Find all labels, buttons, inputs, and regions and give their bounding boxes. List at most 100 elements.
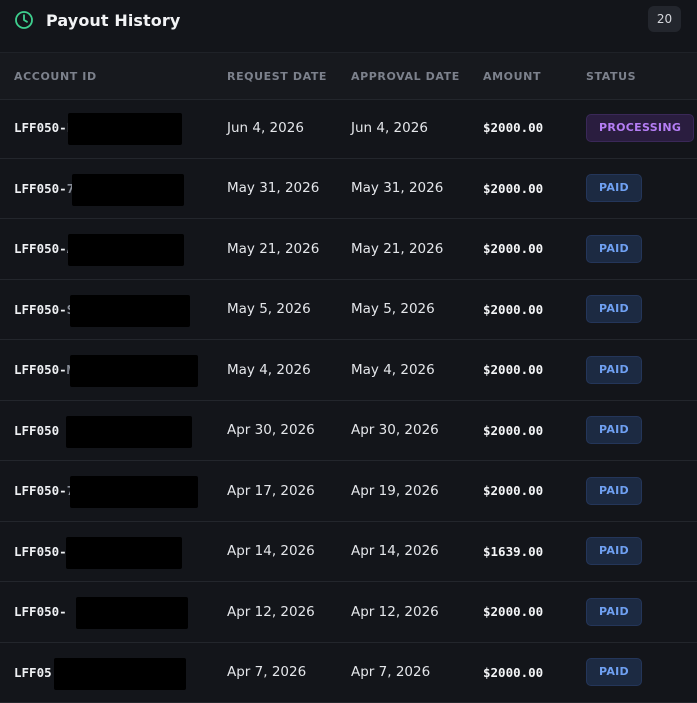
- status-cell: PAID: [586, 340, 642, 399]
- request-date-cell: Apr 14, 2026: [227, 522, 315, 581]
- redaction-mark: [70, 355, 198, 387]
- status-cell: PAID: [586, 582, 642, 641]
- amount-cell: $2000.00: [483, 643, 543, 702]
- amount-cell: $2000.00: [483, 582, 543, 641]
- request-date-cell: May 31, 2026: [227, 159, 319, 218]
- status-badge: PAID: [586, 295, 642, 323]
- status-badge: PAID: [586, 477, 642, 505]
- approval-date-cell: Apr 30, 2026: [351, 401, 439, 460]
- table-row[interactable]: LFF050-M4X339 May 4, 2026 May 4, 2026 $2000…: [0, 340, 697, 401]
- redaction-mark: [76, 597, 188, 629]
- account-id-cell: LFF050: [14, 401, 59, 460]
- account-id-cell: LFF050-772T79SL: [14, 159, 127, 218]
- status-cell: PROCESSING: [586, 98, 694, 157]
- account-id-cell: LFF050-A13CH0: [14, 219, 112, 278]
- request-date-cell: May 21, 2026: [227, 219, 319, 278]
- account-id-cell: LFF050-S7R6Q: [14, 280, 104, 339]
- account-id-prefix: LFF050-: [14, 362, 67, 377]
- redaction-mark: [68, 234, 184, 266]
- account-id-cell: LFF050-M4X339: [14, 340, 112, 399]
- table-row[interactable]: LFF050 Apr 30, 2026 Apr 30, 2026 $2000.00 PA…: [0, 401, 697, 462]
- redaction-mark: [70, 295, 190, 327]
- status-cell: PAID: [586, 643, 642, 702]
- column-header-request-date[interactable]: REQUEST DATE: [227, 70, 327, 83]
- approval-date-cell: May 5, 2026: [351, 280, 435, 339]
- panel-header: Payout History 20: [0, 0, 697, 40]
- amount-cell: $2000.00: [483, 219, 543, 278]
- redaction-mark: [70, 476, 198, 508]
- status-badge: PAID: [586, 598, 642, 626]
- approval-date-cell: Jun 4, 2026: [351, 98, 428, 157]
- request-date-cell: Apr 12, 2026: [227, 582, 315, 641]
- account-id-prefix: LFF050-: [14, 241, 67, 256]
- account-id-prefix: LFF050-: [14, 604, 67, 619]
- status-cell: PAID: [586, 522, 642, 581]
- amount-cell: $2000.00: [483, 461, 543, 520]
- payout-table-body: LFF050-F Jun 4, 2026 Jun 4, 2026 $2000.00 PR…: [0, 98, 697, 703]
- status-badge: PAID: [586, 416, 642, 444]
- approval-date-cell: Apr 7, 2026: [351, 643, 430, 702]
- table-row[interactable]: LFF050-7HUY43K9-PR0030 Apr 17, 2026 Apr 19…: [0, 461, 697, 522]
- status-cell: PAID: [586, 280, 642, 339]
- status-cell: PAID: [586, 159, 642, 218]
- redaction-mark: [66, 416, 192, 448]
- table-row[interactable]: LFF050-772T79SL May 31, 2026 May 31, 2026 $…: [0, 159, 697, 220]
- account-id-cell: LFF050-F: [14, 98, 74, 157]
- column-header-status[interactable]: STATUS: [586, 70, 636, 83]
- status-cell: PAID: [586, 401, 642, 460]
- amount-cell: $2000.00: [483, 280, 543, 339]
- column-header-approval-date[interactable]: APPROVAL DATE: [351, 70, 460, 83]
- approval-date-cell: May 4, 2026: [351, 340, 435, 399]
- amount-cell: $2000.00: [483, 159, 543, 218]
- status-cell: PAID: [586, 461, 642, 520]
- panel-title: Payout History: [46, 11, 180, 30]
- redaction-mark: [54, 658, 186, 690]
- clock-icon: [14, 10, 34, 30]
- status-badge: PAID: [586, 537, 642, 565]
- status-badge: PAID: [586, 356, 642, 384]
- account-id-prefix: LFF050-: [14, 181, 67, 196]
- amount-cell: $1639.00: [483, 522, 543, 581]
- status-badge: PAID: [586, 235, 642, 263]
- account-id-cell: LFF050-: [14, 522, 67, 581]
- account-id-prefix: LFF050: [14, 423, 59, 438]
- table-row[interactable]: LFF050- Apr 14, 2026 Apr 14, 2026 $1639.00 P…: [0, 522, 697, 583]
- account-id-prefix: LFF050-: [14, 544, 67, 559]
- status-badge: PAID: [586, 658, 642, 686]
- account-id-cell: LFF05: [14, 643, 52, 702]
- table-row[interactable]: LFF050-A13CH0 May 21, 2026 May 21, 2026 $20…: [0, 219, 697, 280]
- account-id-cell: LFF050-: [14, 582, 67, 641]
- account-id-cell: LFF050-7HUY43K9-PR0030: [14, 461, 180, 520]
- request-date-cell: May 5, 2026: [227, 280, 311, 339]
- approval-date-cell: Apr 14, 2026: [351, 522, 439, 581]
- approval-date-cell: Apr 19, 2026: [351, 461, 439, 520]
- account-id-prefix: LFF050-: [14, 483, 67, 498]
- table-row[interactable]: LFF05 Apr 7, 2026 Apr 7, 2026 $2000.00 PAID: [0, 643, 697, 703]
- table-row[interactable]: LFF050-Apr 12, 2026Apr 12, 2026$2000.00P…: [0, 582, 697, 643]
- redaction-mark: [68, 113, 182, 145]
- request-date-cell: Apr 30, 2026: [227, 401, 315, 460]
- amount-cell: $2000.00: [483, 340, 543, 399]
- status-badge: PAID: [586, 174, 642, 202]
- redaction-mark: [72, 174, 184, 206]
- status-badge: PROCESSING: [586, 114, 694, 142]
- status-cell: PAID: [586, 219, 642, 278]
- account-id-prefix: LFF05: [14, 665, 52, 680]
- column-header-account-id[interactable]: ACCOUNT ID: [14, 70, 97, 83]
- amount-cell: $2000.00: [483, 98, 543, 157]
- amount-cell: $2000.00: [483, 401, 543, 460]
- table-header: ACCOUNT ID REQUEST DATE APPROVAL DATE AM…: [0, 52, 697, 100]
- table-row[interactable]: LFF050-S7R6Q May 5, 2026 May 5, 2026 $2000.…: [0, 280, 697, 341]
- account-id-prefix: LFF050-: [14, 120, 67, 135]
- column-header-amount[interactable]: AMOUNT: [483, 70, 541, 83]
- approval-date-cell: May 21, 2026: [351, 219, 443, 278]
- request-date-cell: May 4, 2026: [227, 340, 311, 399]
- request-date-cell: Apr 17, 2026: [227, 461, 315, 520]
- account-id-prefix: LFF050-: [14, 302, 67, 317]
- payout-count-badge: 20: [648, 6, 681, 32]
- table-row[interactable]: LFF050-F Jun 4, 2026 Jun 4, 2026 $2000.00 PR…: [0, 98, 697, 159]
- redaction-mark: [66, 537, 182, 569]
- request-date-cell: Apr 7, 2026: [227, 643, 306, 702]
- approval-date-cell: May 31, 2026: [351, 159, 443, 218]
- request-date-cell: Jun 4, 2026: [227, 98, 304, 157]
